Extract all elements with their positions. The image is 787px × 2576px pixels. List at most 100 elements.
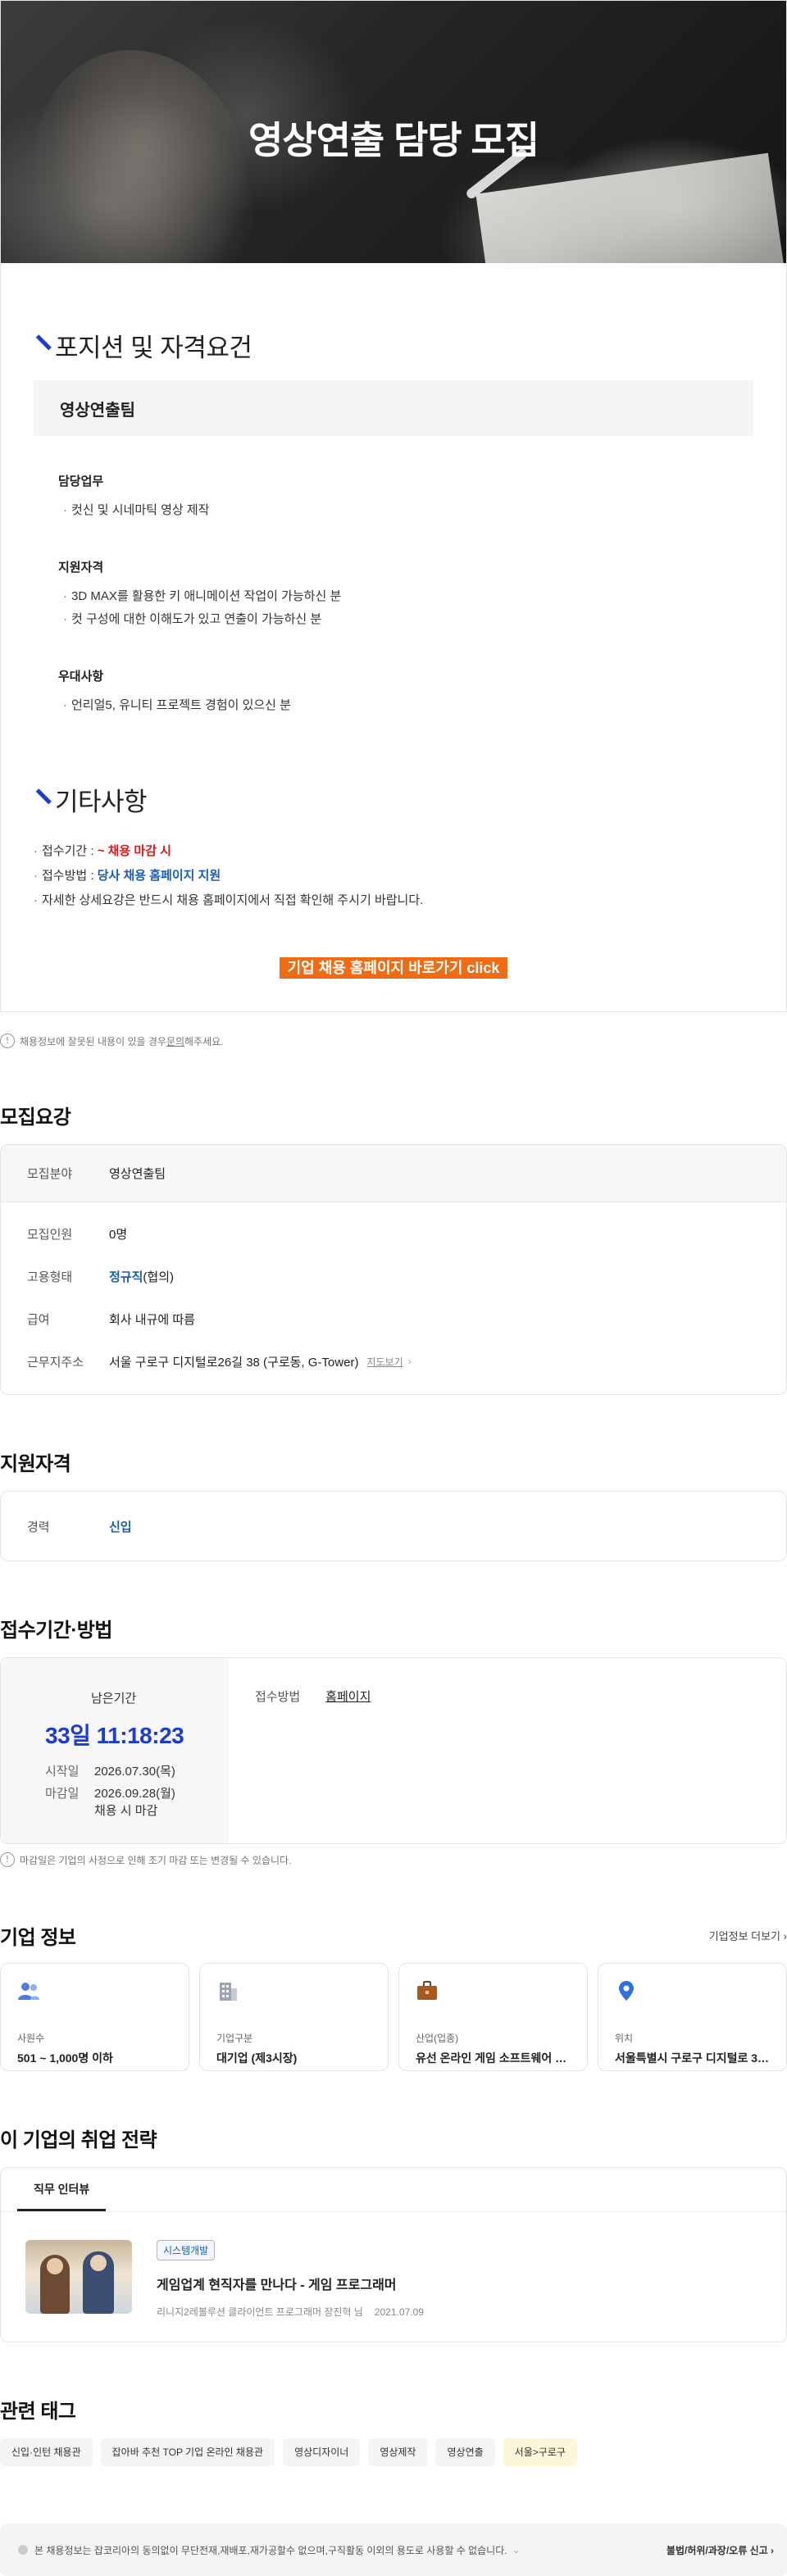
strategy-tab-bar: 직무 인터뷰 <box>1 2168 786 2212</box>
article-meta: 리니지2레볼루션 클라이언트 프로그래머 장진혁 님 2021.07.09 <box>157 2305 424 2319</box>
tag-item[interactable]: 영상연출 <box>435 2438 495 2466</box>
inquiry-link[interactable]: 문의 <box>166 1034 184 1048</box>
duty-item: 컷신 및 시네마틱 영상 제작 <box>58 499 753 522</box>
card-value: 대기업 (제3시장) <box>216 2051 298 2065</box>
etc-method-label: 접수방법 : <box>42 869 98 883</box>
career-label: 경력 <box>27 1520 50 1534</box>
apply-method: 접수방법 홈페이지 <box>229 1658 371 1843</box>
tag-item[interactable]: 영상디자이너 <box>283 2438 361 2466</box>
notice-prefix: 채용정보에 잘못된 내용이 있을 경우 <box>20 1035 166 1047</box>
hero-title: 영상연출 담당 모집 <box>248 119 539 161</box>
notice-suffix: 해주세요. <box>184 1035 224 1047</box>
article-body: 시스템개발 게임업계 현직자를 만나다 - 게임 프로그래머 리니지2레볼루션 … <box>157 2240 424 2319</box>
preferred-group: 우대사항 언리얼5, 유니티 프로젝트 경험이 있으신 분 <box>34 667 753 717</box>
position-section-title: 포지션 및 자격요건 <box>55 334 252 362</box>
copyright-left[interactable]: 본 채용정보는 잡코리아의 동의없이 무단전재,재배포,재가공할수 없으며,구직… <box>18 2543 521 2557</box>
duty-group: 담당업무 컷신 및 시네마틱 영상 제작 <box>34 472 753 522</box>
thumb-face-shape <box>90 2255 107 2271</box>
homepage-link[interactable]: 홈페이지 <box>325 1690 371 1704</box>
article-date: 2021.07.09 <box>374 2306 424 2318</box>
summary-salary-row: 급여 회사 내규에 따름 <box>1 1297 786 1340</box>
chevron-right-icon: › <box>407 1356 412 1367</box>
etc-note-line: 자세한 상세요강은 반드시 채용 홈페이지에서 직접 확인해 주시기 바랍니다. <box>34 888 753 913</box>
thumb-face-shape <box>47 2258 63 2274</box>
etc-period-line: 접수기간 : ~ 채용 마감 시 <box>34 839 753 864</box>
card-label: 위치 <box>615 2033 634 2044</box>
tag-item[interactable]: 신입·인턴 채용관 <box>0 2438 93 2466</box>
summary-box: 모집분야 영상연출팀 모집인원 0명 고용형태 정규직(협의) 급여 회사 내규… <box>0 1144 787 1395</box>
period-dates: 남은기간 33일 11:18:23 시작일 2026.07.30(목) 마감일 … <box>1 1658 229 1843</box>
qualification-heading: 지원자격 <box>58 561 104 575</box>
tag-item[interactable]: 영상제작 <box>368 2438 428 2466</box>
position-section-header: 포지션 및 자격요건 <box>34 327 753 364</box>
report-label: 불법/허위/과장/오류 신고 <box>666 2544 768 2556</box>
period-title: 접수기간·방법 <box>0 1620 112 1642</box>
qualification-item: 컷 구성에 대한 이해도가 있고 연출이 가능하신 분 <box>58 608 753 631</box>
chevron-right-icon: › <box>771 2544 774 2556</box>
article-title[interactable]: 게임업계 현직자를 만나다 - 게임 프로그래머 <box>157 2274 424 2293</box>
interview-article[interactable]: 시스템개발 게임업계 현직자를 만나다 - 게임 프로그래머 리니지2레볼루션 … <box>1 2212 786 2319</box>
briefcase-icon <box>417 1981 437 2000</box>
count-value: 0명 <box>109 1227 128 1242</box>
team-name-box: 영상연출팀 <box>34 380 753 436</box>
tab-job-interview[interactable]: 직무 인터뷰 <box>17 2181 107 2211</box>
company-title: 기업 정보 <box>0 1927 76 1949</box>
company-card-location[interactable]: 위치 서울특별시 구로구 디지털로 30... <box>598 1963 787 2071</box>
start-date-row: 시작일 2026.07.30(목) <box>45 1762 229 1779</box>
company-card-type[interactable]: 기업구분 대기업 (제3시장) <box>199 1963 389 2071</box>
card-value: 501 ~ 1,000명 이하 <box>17 2051 113 2065</box>
deadline-notice: ! 마감일은 기업의 사정으로 인해 조기 마감 또는 변경될 수 있습니다. <box>0 1852 787 1867</box>
etc-list: 접수기간 : ~ 채용 마감 시 접수방법 : 당사 채용 홈페이지 지원 자세… <box>34 839 753 913</box>
duty-heading: 담당업무 <box>58 475 104 488</box>
salary-value: 회사 내규에 따름 <box>109 1312 195 1327</box>
company-more-link[interactable]: 기업정보 더보기 › <box>709 1928 787 1943</box>
summary-count-row: 모집인원 0명 <box>1 1212 786 1255</box>
count-label: 모집인원 <box>27 1227 73 1242</box>
deadline-notice-text: 마감일은 기업의 사정으로 인해 조기 마감 또는 변경될 수 있습니다. <box>20 1854 292 1866</box>
employment-type-link[interactable]: 정규직 <box>109 1270 143 1284</box>
preferred-heading: 우대사항 <box>58 670 104 684</box>
info-icon: ! <box>0 1034 15 1048</box>
map-link[interactable]: 지도보기 <box>366 1355 403 1369</box>
category-chip: 시스템개발 <box>157 2240 216 2260</box>
address-label: 근무지주소 <box>27 1355 84 1370</box>
strategy-box: 직무 인터뷰 시스템개발 게임업계 현직자를 만나다 - 게임 프로그래머 리니… <box>0 2167 787 2342</box>
method-label: 접수방법 <box>255 1690 301 1704</box>
slash-accent-icon <box>34 790 47 810</box>
type-label: 고용형태 <box>27 1270 73 1284</box>
posting-body: 포지션 및 자격요건 영상연출팀 담당업무 컷신 및 시네마틱 영상 제작 지원… <box>1 327 786 1011</box>
qualification-group: 지원자격 3D MAX를 활용한 키 애니메이션 작업이 가능하신 분 컷 구성… <box>34 558 753 631</box>
preferred-item: 언리얼5, 유니티 프로젝트 경험이 있으신 분 <box>58 694 753 717</box>
company-homepage-button[interactable]: 기업 채용 홈페이지 바로가기 click <box>279 957 508 979</box>
end-note: 채용 시 마감 <box>94 1804 158 1818</box>
summary-type-row: 고용형태 정규직(협의) <box>1 1255 786 1297</box>
type-suffix: (협의) <box>143 1270 174 1284</box>
summary-rows: 모집인원 0명 고용형태 정규직(협의) 급여 회사 내규에 따름 근무지주소 … <box>1 1202 786 1394</box>
hero-banner: 영상연출 담당 모집 <box>1 1 786 263</box>
start-value: 2026.07.30(목) <box>94 1765 175 1779</box>
summary-field-row: 모집분야 영상연출팀 <box>1 1145 786 1202</box>
report-link[interactable]: 불법/허위/과장/오류 신고 › <box>666 2543 774 2557</box>
company-card-employees[interactable]: 사원수 501 ~ 1,000명 이하 <box>0 1963 189 2071</box>
salary-label: 급여 <box>27 1312 50 1327</box>
tag-item-location[interactable]: 서울>구로구 <box>503 2438 577 2466</box>
end-value: 2026.09.28(월) <box>94 1787 175 1801</box>
strategy-title: 이 기업의 취업 전략 <box>0 2129 157 2151</box>
tag-item[interactable]: 잡아바 추천 TOP 기업 온라인 채용관 <box>100 2438 275 2466</box>
end-value-wrap: 2026.09.28(월) 채용 시 마감 <box>94 1784 175 1819</box>
start-label: 시작일 <box>45 1765 80 1779</box>
hero-paper-shape <box>475 152 785 263</box>
summary-address-row: 근무지주소 서울 구로구 디지털로26길 38 (구로동, G-Tower) 지… <box>1 1340 786 1383</box>
qualification-box: 경력 신입 <box>0 1491 787 1561</box>
etc-method-value: 당사 채용 홈페이지 지원 <box>97 869 221 883</box>
field-label: 모집분야 <box>27 1167 73 1181</box>
card-value: 유선 온라인 게임 소프트웨어 개... <box>416 2051 571 2065</box>
etc-period-label: 접수기간 : <box>42 844 98 858</box>
copyright-icon <box>18 2545 28 2555</box>
company-cards: 사원수 501 ~ 1,000명 이하 기업구분 대기업 (제3시장) 산업(업… <box>0 1963 787 2071</box>
company-header: 기업 정보 기업정보 더보기 › <box>0 1921 787 1950</box>
tag-list: 신입·인턴 채용관 잡아바 추천 TOP 기업 온라인 채용관 영상디자이너 영… <box>0 2438 787 2466</box>
article-thumbnail[interactable] <box>25 2240 132 2314</box>
info-icon: ! <box>0 1852 15 1867</box>
company-card-industry[interactable]: 산업(업종) 유선 온라인 게임 소프트웨어 개... <box>398 1963 588 2071</box>
